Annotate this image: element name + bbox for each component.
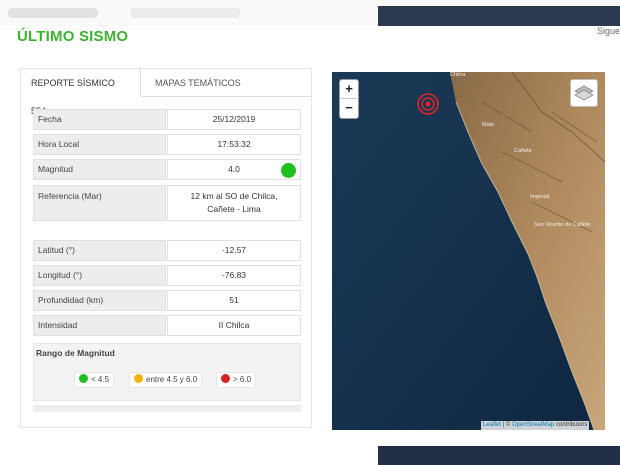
osm-link[interactable]: OpenStreetMap [512, 422, 554, 428]
red-dot-icon [221, 374, 230, 383]
magnitude-range-title: Rango de Magnitud [36, 348, 115, 358]
blurred-bottom-banner [378, 446, 620, 465]
zoom-control: + − [339, 79, 359, 119]
row-fecha: Fecha 25/12/2019 [33, 109, 301, 130]
layers-icon [574, 85, 594, 101]
zoom-out-button[interactable]: − [340, 99, 358, 118]
row-profundidad: Profundidad (km) 51 [33, 290, 301, 311]
earthquake-map[interactable]: Chilca Mala Cañete Imperial San Vicente … [332, 72, 605, 430]
row-value: 4.0 [167, 159, 301, 180]
green-dot-icon [79, 374, 88, 383]
row-label: Latitud (°) [33, 240, 166, 261]
row-hora-local: Hora Local 17:53:32 [33, 134, 301, 155]
legend-label: entre 4.5 y 6.0 [146, 375, 198, 384]
row-latitud: Latitud (°) -12.57 [33, 240, 301, 261]
row-label: Fecha [33, 109, 166, 130]
row-value: 17:53:32 [167, 134, 301, 155]
row-label: Magnitud [33, 159, 166, 180]
attribution-sep: | © [501, 422, 512, 428]
blurred-banner [378, 6, 620, 26]
top-strip [0, 0, 620, 26]
row-longitud: Longitud (°) -76.83 [33, 265, 301, 286]
row-label: Longitud (°) [33, 265, 166, 286]
tab-reporte-sismico[interactable]: REPORTE SÍSMICO 554 [21, 69, 141, 116]
report-panel: REPORTE SÍSMICO 554 MAPAS TEMÁTICOS Fech… [20, 68, 312, 428]
panel-footer-bar [33, 405, 301, 412]
tab-bar: REPORTE SÍSMICO 554 MAPAS TEMÁTICOS [21, 69, 311, 116]
magnitude-range-box: Rango de Magnitud < 4.5 entre 4.5 y 6.0 … [33, 343, 301, 401]
legend-label: > 6.0 [233, 375, 252, 384]
row-label: Profundidad (km) [33, 290, 166, 311]
follow-link[interactable]: Sigue [597, 26, 620, 36]
row-magnitud: Magnitud 4.0 [33, 159, 301, 180]
legend-high: > 6.0 [216, 372, 257, 388]
legend-low: < 4.5 [74, 372, 115, 388]
legend-label: < 4.5 [91, 375, 110, 384]
row-label: Referencia (Mar) [33, 185, 166, 221]
map-label-chilca: Chilca [450, 72, 466, 78]
map-attribution: Leaflet | © OpenStreetMap contributors [481, 421, 590, 430]
row-label: Hora Local [33, 134, 166, 155]
attribution-rest: contributors [554, 422, 588, 428]
map-label-imperial: Imperial [530, 194, 550, 200]
map-label-mala: Mala [482, 122, 494, 128]
blurred-nav-item [8, 8, 98, 18]
page-title: ÚLTIMO SISMO [17, 28, 129, 45]
magnitude-indicator-dot [281, 163, 296, 178]
row-label: Intensidad [33, 315, 166, 336]
row-value: 25/12/2019 [167, 109, 301, 130]
page: ÚLTIMO SISMO Sigue REPORTE SÍSMICO 554 M… [0, 0, 620, 465]
row-value: 51 [167, 290, 301, 311]
row-intensidad: Intensidad II Chilca [33, 315, 301, 336]
layers-button[interactable] [570, 79, 598, 107]
bottom-fade [0, 440, 378, 465]
magnitude-value: 4.0 [228, 164, 240, 174]
row-value: -12.57 [167, 240, 301, 261]
row-value: 12 km al SO de Chilca, Cañete - Lima [167, 185, 301, 221]
row-referencia: Referencia (Mar) 12 km al SO de Chilca, … [33, 185, 301, 221]
map-label-canete: Cañete [514, 148, 532, 154]
blurred-nav-item [130, 8, 240, 18]
row-value: II Chilca [167, 315, 301, 336]
legend-mid: entre 4.5 y 6.0 [129, 372, 203, 388]
tab-mapas-tematicos[interactable]: MAPAS TEMÁTICOS [145, 69, 251, 97]
map-satellite-image [332, 72, 605, 430]
row-value: -76.83 [167, 265, 301, 286]
map-label-san-vicente: San Vicente de Cañete [534, 222, 591, 228]
leaflet-link[interactable]: Leaflet [483, 422, 501, 428]
zoom-in-button[interactable]: + [340, 80, 358, 99]
yellow-dot-icon [134, 374, 143, 383]
